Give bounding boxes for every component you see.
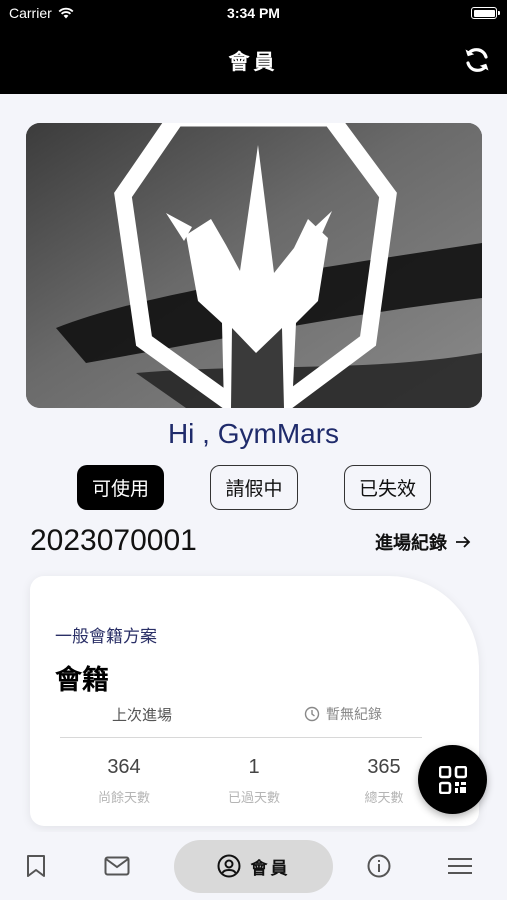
greeting: Hi , GymMars — [167, 418, 340, 449]
tab-member-label: 會員 — [250, 858, 291, 879]
menu-icon — [448, 858, 472, 874]
member-id: 2023070001 — [30, 524, 197, 557]
status-active-button[interactable]: 可使用 — [77, 465, 164, 510]
tab-info[interactable] — [359, 832, 399, 900]
stat-remaining-days: 364 尚餘天數 — [64, 756, 184, 806]
clock-icon — [304, 706, 320, 722]
plan-title: 會籍 — [55, 665, 109, 696]
tab-member[interactable]: 會員 — [174, 832, 333, 900]
tab-menu[interactable] — [440, 832, 480, 900]
status-expired-button[interactable]: 已失效 — [344, 465, 431, 510]
entry-record-label: 進場紀錄 — [375, 533, 447, 554]
tab-bookmarks[interactable] — [16, 832, 56, 900]
stat-elapsed-days: 1 已過天數 — [194, 756, 314, 806]
tab-messages[interactable] — [97, 832, 137, 900]
bookmark-icon — [27, 855, 45, 877]
qr-code-icon — [438, 765, 467, 794]
refresh-icon[interactable] — [461, 44, 493, 76]
battery-icon — [471, 7, 500, 19]
stat-value: 1 — [248, 756, 260, 778]
membership-plan-card[interactable]: 一般會籍方案 會籍 上次進場 暫無紀錄 364 尚餘天數 1 已過天數 365 … — [30, 576, 479, 826]
last-entry-label: 上次進場 — [112, 706, 173, 724]
page-title: 會員 — [228, 50, 279, 74]
info-icon — [367, 854, 391, 878]
last-entry-value: 暫無紀錄 — [304, 704, 382, 724]
clock: 3:34 PM — [227, 5, 280, 21]
stat-label: 尚餘天數 — [97, 791, 150, 806]
qr-code-button[interactable] — [418, 745, 487, 814]
last-entry-text: 暫無紀錄 — [326, 707, 382, 723]
gym-logo-banner — [26, 123, 482, 408]
arrow-right-icon — [456, 536, 471, 548]
stat-value: 364 — [107, 756, 141, 778]
mail-icon — [104, 856, 130, 876]
tab-member-active-pill: 會員 — [174, 839, 333, 893]
bottom-tab-bar: 會員 — [0, 832, 507, 900]
gym-logo-image — [26, 123, 482, 408]
plan-subtitle: 一般會籍方案 — [55, 627, 157, 647]
user-icon — [217, 854, 240, 878]
stat-label: 已過天數 — [227, 791, 280, 806]
top-bar: Carrier 3:34 PM 會員 — [0, 0, 507, 94]
status-leave-button[interactable]: 請假中 — [210, 465, 298, 510]
divider — [60, 737, 422, 738]
status-bar: Carrier 3:34 PM — [0, 0, 507, 28]
entry-record-link[interactable]: 進場紀錄 — [375, 529, 471, 555]
